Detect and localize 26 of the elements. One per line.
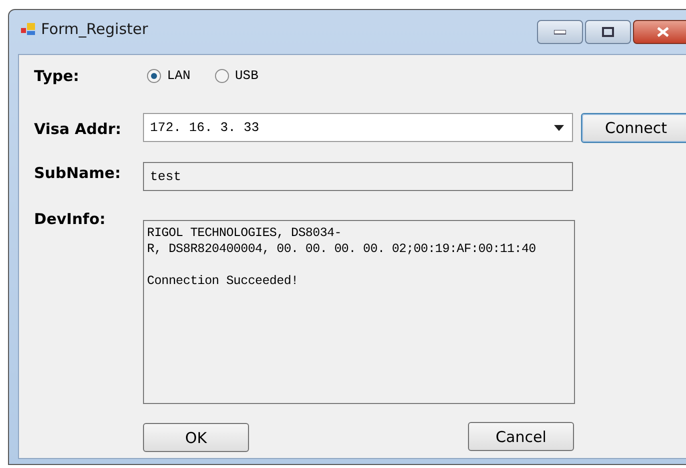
connect-button[interactable]: Connect xyxy=(581,113,686,143)
radio-label[interactable]: LAN xyxy=(167,68,190,83)
field-label: Visa Addr: xyxy=(34,120,122,138)
radio-label[interactable]: USB xyxy=(235,68,258,83)
close-button[interactable] xyxy=(633,20,686,44)
dropdown-arrow-icon xyxy=(554,124,564,130)
radio-button[interactable] xyxy=(147,68,161,82)
field-label: DevInfo: xyxy=(34,210,106,228)
app-icon xyxy=(21,22,35,36)
close-icon xyxy=(657,27,669,37)
maximize-icon xyxy=(602,27,614,37)
info-line: RIGOL TECHNOLOGIES, DS8034- xyxy=(147,225,342,241)
subname-field[interactable]: test xyxy=(143,162,573,191)
window-title: Form_Register xyxy=(41,20,148,38)
info-line: R, DS8R820400004, 00. 00. 00. 00. 02;00:19:AF:00:11:40 xyxy=(147,241,537,257)
radio-button[interactable] xyxy=(215,68,229,82)
field-label: SubName: xyxy=(34,164,121,182)
cancel-button[interactable]: Cancel xyxy=(468,422,574,451)
minimize-icon xyxy=(554,30,566,34)
minimize-button[interactable] xyxy=(537,20,583,44)
address-combobox[interactable]: 172. 16. 3. 33 xyxy=(143,113,573,142)
devinfo-textbox[interactable]: RIGOL TECHNOLOGIES, DS8034- R, DS8R820400004, 00. 00. 00. 00. 02;00:19:AF:00:11:40 Connection Succeeded! xyxy=(143,220,575,404)
field-label: Type: xyxy=(34,67,80,85)
status-message: Connection Succeeded! xyxy=(147,273,300,289)
ok-button[interactable]: OK xyxy=(143,423,249,452)
maximize-button[interactable] xyxy=(585,20,631,44)
